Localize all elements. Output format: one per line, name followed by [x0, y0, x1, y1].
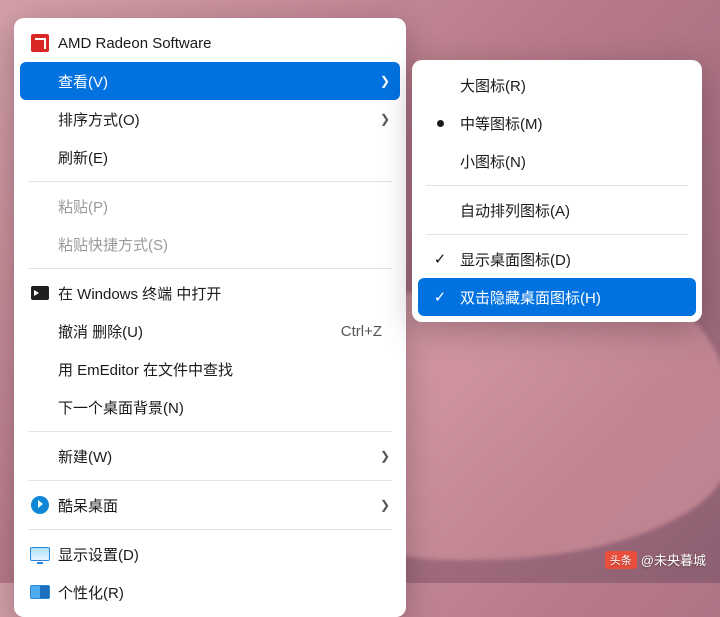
- menu-item-label: 粘贴快捷方式(S): [54, 234, 390, 255]
- watermark: 头条 @未央暮城: [605, 550, 706, 569]
- menu-item-label: 用 EmEditor 在文件中查找: [54, 359, 390, 380]
- watermark-author: @未央暮城: [641, 550, 706, 569]
- check-marker-icon: ✓: [424, 290, 456, 305]
- menu-item-label: 个性化(R): [54, 582, 390, 603]
- menu-item-paste-shortcut: 粘贴快捷方式(S): [20, 225, 400, 263]
- menu-item-label: 查看(V): [54, 71, 372, 92]
- menu-separator: [426, 185, 688, 186]
- chevron-right-icon: ❯: [372, 112, 390, 126]
- check-marker-icon: ✓: [424, 252, 456, 267]
- amd-icon: [26, 34, 54, 52]
- menu-item-refresh[interactable]: 刷新(E): [20, 138, 400, 176]
- bullet-marker-icon: [424, 120, 456, 127]
- menu-item-label: 新建(W): [54, 446, 372, 467]
- chevron-right-icon: ❯: [372, 74, 390, 88]
- terminal-icon: [26, 286, 54, 300]
- menu-item-emeditor-find[interactable]: 用 EmEditor 在文件中查找: [20, 350, 400, 388]
- menu-item-paste: 粘贴(P): [20, 187, 400, 225]
- watermark-badge: 头条: [605, 551, 637, 569]
- menu-item-display-settings[interactable]: 显示设置(D): [20, 535, 400, 573]
- menu-item-label: 排序方式(O): [54, 109, 372, 130]
- menu-separator: [28, 529, 392, 530]
- menu-item-label: 显示设置(D): [54, 544, 390, 565]
- menu-item-label: 在 Windows 终端 中打开: [54, 283, 390, 304]
- menu-item-open-terminal[interactable]: 在 Windows 终端 中打开: [20, 274, 400, 312]
- menu-separator: [426, 234, 688, 235]
- desktop-context-menu: AMD Radeon Software 查看(V) ❯ 排序方式(O) ❯ 刷新…: [14, 18, 406, 617]
- menu-item-label: 双击隐藏桌面图标(H): [456, 287, 686, 308]
- display-settings-icon: [26, 547, 54, 561]
- submenu-item-small-icons[interactable]: 小图标(N): [418, 142, 696, 180]
- menu-item-sort[interactable]: 排序方式(O) ❯: [20, 100, 400, 138]
- chevron-right-icon: ❯: [372, 498, 390, 512]
- menu-item-next-wallpaper[interactable]: 下一个桌面背景(N): [20, 388, 400, 426]
- menu-item-label: 粘贴(P): [54, 196, 390, 217]
- submenu-item-auto-arrange[interactable]: 自动排列图标(A): [418, 191, 696, 229]
- coodesker-icon: [26, 496, 54, 514]
- menu-item-label: 撤消 删除(U): [54, 321, 341, 342]
- menu-item-new[interactable]: 新建(W) ❯: [20, 437, 400, 475]
- menu-separator: [28, 268, 392, 269]
- chevron-right-icon: ❯: [372, 449, 390, 463]
- menu-item-label: 刷新(E): [54, 147, 390, 168]
- menu-separator: [28, 431, 392, 432]
- menu-item-label: 下一个桌面背景(N): [54, 397, 390, 418]
- submenu-item-show-desktop-icons[interactable]: ✓ 显示桌面图标(D): [418, 240, 696, 278]
- menu-item-label: 小图标(N): [456, 151, 686, 172]
- menu-item-shortcut: Ctrl+Z: [341, 323, 390, 340]
- view-submenu: 大图标(R) 中等图标(M) 小图标(N) 自动排列图标(A) ✓ 显示桌面图标…: [412, 60, 702, 322]
- menu-item-view[interactable]: 查看(V) ❯: [20, 62, 400, 100]
- menu-item-label: 自动排列图标(A): [456, 200, 686, 221]
- menu-item-label: 显示桌面图标(D): [456, 249, 686, 270]
- menu-item-personalize[interactable]: 个性化(R): [20, 573, 400, 611]
- menu-item-coodesker[interactable]: 酷呆桌面 ❯: [20, 486, 400, 524]
- menu-item-undo-delete[interactable]: 撤消 删除(U) Ctrl+Z: [20, 312, 400, 350]
- menu-separator: [28, 480, 392, 481]
- menu-separator: [28, 181, 392, 182]
- submenu-item-medium-icons[interactable]: 中等图标(M): [418, 104, 696, 142]
- menu-item-label: 酷呆桌面: [54, 495, 372, 516]
- menu-item-amd-radeon[interactable]: AMD Radeon Software: [20, 24, 400, 62]
- personalize-icon: [26, 585, 54, 599]
- submenu-item-dblclick-hide-icons[interactable]: ✓ 双击隐藏桌面图标(H): [418, 278, 696, 316]
- menu-item-label: 中等图标(M): [456, 113, 686, 134]
- menu-item-label: 大图标(R): [456, 75, 686, 96]
- menu-item-label: AMD Radeon Software: [54, 35, 390, 52]
- submenu-item-large-icons[interactable]: 大图标(R): [418, 66, 696, 104]
